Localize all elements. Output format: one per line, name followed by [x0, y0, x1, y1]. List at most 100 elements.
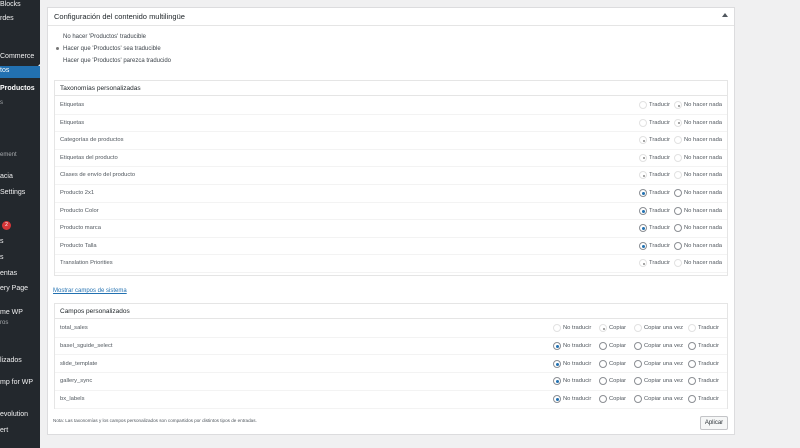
- do-nothing-radio[interactable]: No hacer nada: [674, 118, 722, 128]
- copy-radio[interactable]: Copiar: [599, 341, 626, 351]
- custom-field-label: basel_sguide_select: [60, 342, 113, 349]
- copy-radio[interactable]: Copiar: [599, 324, 626, 333]
- radio-selected-icon: [639, 259, 647, 268]
- sidebar-item[interactable]: ement: [0, 150, 40, 162]
- sidebar-item[interactable]: lizados: [0, 356, 40, 368]
- radio-icon: [674, 241, 682, 250]
- radio-icon: [674, 206, 682, 215]
- radio-icon: [639, 101, 647, 109]
- do-nothing-radio[interactable]: No hacer nada: [674, 241, 722, 251]
- sidebar-item[interactable]: entas: [0, 269, 40, 281]
- no-translate-radio[interactable]: No traducir: [553, 377, 591, 386]
- card-header[interactable]: Configuración del contenido multilingüe: [48, 8, 734, 26]
- taxonomy-label: Etiquetas del producto: [60, 154, 118, 161]
- sidebar-item[interactable]: mp for WP: [0, 378, 40, 390]
- radio-icon: [674, 259, 682, 268]
- translate-radio[interactable]: Traducir: [688, 377, 719, 386]
- custom-field-row: basel_sguide_select No traducir Copiar Copi…: [55, 338, 727, 356]
- translate-radio[interactable]: Traducir: [688, 359, 719, 369]
- sidebar-item[interactable]: Blocks: [0, 0, 40, 12]
- radio-selected-icon: [639, 206, 647, 215]
- radio-selected-icon: [56, 46, 59, 50]
- do-nothing-radio[interactable]: No hacer nada: [674, 153, 722, 163]
- copy-once-radio[interactable]: Copiar una vez: [634, 324, 683, 333]
- sidebar-item[interactable]: ery Page: [0, 284, 40, 296]
- translate-radio[interactable]: Traducir: [639, 206, 670, 216]
- sidebar-item[interactable]: tos: [0, 66, 40, 78]
- radio-selected-icon: [639, 241, 647, 250]
- do-nothing-radio[interactable]: No hacer nada: [674, 171, 722, 180]
- translate-radio[interactable]: Traducir: [639, 153, 670, 163]
- sidebar-item[interactable]: Commerce: [0, 52, 40, 64]
- multilingual-settings-card: Configuración del contenido multilingüe …: [47, 7, 735, 435]
- no-translate-radio[interactable]: No traducir: [553, 359, 591, 369]
- radio-selected-icon: [553, 341, 561, 350]
- radio-icon: [674, 189, 682, 197]
- show-system-fields-link[interactable]: Mostrar campos de sistema: [53, 288, 127, 294]
- translate-radio[interactable]: Traducir: [639, 189, 670, 198]
- sidebar-item[interactable]: Settings: [0, 188, 40, 200]
- mode-option-not-translatable[interactable]: No hacer 'Productos' traducible: [56, 34, 146, 40]
- copy-radio[interactable]: Copiar: [599, 395, 626, 404]
- copy-radio[interactable]: Copiar: [599, 359, 626, 369]
- translate-radio[interactable]: Traducir: [639, 171, 670, 180]
- copy-once-radio[interactable]: Copiar una vez: [634, 359, 683, 369]
- sidebar-item[interactable]: rdes: [0, 14, 40, 26]
- custom-field-row: bx_labels No traducir Copiar Copiar una vez…: [55, 391, 727, 409]
- taxonomy-label: Etiquetas: [60, 119, 85, 126]
- sidebar-item[interactable]: evolution: [0, 410, 40, 422]
- translate-radio[interactable]: Traducir: [688, 324, 719, 333]
- taxonomy-label: Producto marca: [60, 225, 101, 232]
- translate-radio[interactable]: Traducir: [639, 101, 670, 110]
- no-translate-radio[interactable]: No traducir: [553, 324, 591, 333]
- radio-selected-icon: [674, 101, 682, 109]
- sidebar-item[interactable]: s: [0, 237, 40, 249]
- sidebar-item[interactable]: acia: [0, 172, 40, 184]
- copy-radio[interactable]: Copiar: [599, 377, 626, 386]
- do-nothing-radio[interactable]: No hacer nada: [674, 259, 722, 268]
- sidebar-item[interactable]: ert: [0, 426, 40, 438]
- mode-option-translatable[interactable]: Hacer que 'Productos' sea traducible: [56, 46, 161, 52]
- radio-icon: [599, 359, 607, 368]
- taxonomy-row: Clases de envío del producto Traducir No h…: [55, 167, 727, 185]
- custom-fields-panel: Campos personalizados total_sales No trad…: [54, 303, 728, 409]
- translate-radio[interactable]: Traducir: [639, 136, 670, 145]
- copy-once-radio[interactable]: Copiar una vez: [634, 377, 683, 386]
- no-translate-radio[interactable]: No traducir: [553, 395, 591, 404]
- sidebar-item[interactable]: s: [0, 253, 40, 265]
- taxonomy-row: Producto Talla Traducir No hacer nada: [55, 238, 727, 256]
- sidebar-item[interactable]: s: [0, 98, 40, 110]
- taxonomy-label: Translation Priorities: [60, 260, 113, 267]
- taxonomy-row: Producto Color Traducir No hacer nada: [55, 203, 727, 221]
- radio-selected-icon: [639, 171, 647, 180]
- copy-once-radio[interactable]: Copiar una vez: [634, 395, 683, 404]
- radio-selected-icon: [553, 377, 561, 386]
- radio-icon: [599, 377, 607, 386]
- sidebar-item[interactable]: ros: [0, 318, 40, 330]
- do-nothing-radio[interactable]: No hacer nada: [674, 189, 722, 198]
- do-nothing-radio[interactable]: No hacer nada: [674, 206, 722, 216]
- apply-button[interactable]: Aplicar: [700, 416, 728, 430]
- translate-radio[interactable]: Traducir: [639, 259, 670, 268]
- custom-field-label: slide_template: [60, 360, 98, 367]
- mode-option-appear-translated[interactable]: Hacer que 'Productos' parezca traducido: [56, 58, 171, 64]
- radio-icon: [56, 35, 59, 38]
- taxonomy-label: Producto Talla: [60, 242, 97, 249]
- translate-radio[interactable]: Traducir: [688, 395, 719, 404]
- do-nothing-radio[interactable]: No hacer nada: [674, 101, 722, 110]
- copy-once-radio[interactable]: Copiar una vez: [634, 341, 683, 351]
- translate-radio[interactable]: Traducir: [639, 224, 670, 233]
- translate-radio[interactable]: Traducir: [639, 118, 670, 128]
- radio-selected-icon: [674, 118, 682, 127]
- custom-fields-heading: Campos personalizados: [55, 304, 727, 319]
- translate-radio[interactable]: Traducir: [639, 241, 670, 251]
- sidebar-item[interactable]: Productos: [0, 84, 40, 96]
- do-nothing-radio[interactable]: No hacer nada: [674, 224, 722, 233]
- radio-selected-icon: [599, 324, 607, 332]
- update-count-badge: 2: [2, 221, 11, 230]
- taxonomies-panel: Taxonomías personalizadas Etiquetas Tradu…: [54, 80, 728, 276]
- do-nothing-radio[interactable]: No hacer nada: [674, 136, 722, 145]
- translate-radio[interactable]: Traducir: [688, 341, 719, 351]
- no-translate-radio[interactable]: No traducir: [553, 341, 591, 351]
- collapse-arrow-icon[interactable]: [722, 13, 728, 17]
